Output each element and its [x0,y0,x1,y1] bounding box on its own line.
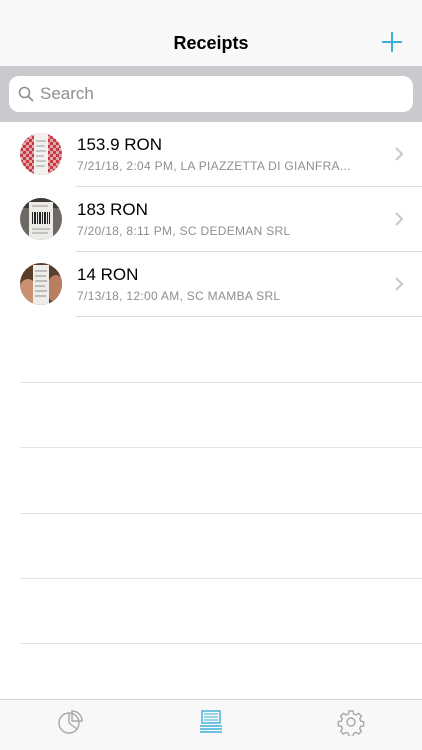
tab-settings[interactable] [337,708,365,738]
tab-statistics[interactable] [56,708,84,736]
receipt-row[interactable]: 153.9 RON 7/21/18, 2:04 PM, LA PIAZZETTA… [0,122,422,187]
empty-row-separator [20,447,422,448]
row-separator [76,316,422,317]
receipts-screen: Receipts Search 153.9 RON 7/21/18, 2:04 … [0,0,422,750]
receipt-photo-barcode [20,198,62,240]
receipt-amount: 14 RON [77,265,139,284]
chevron-right-icon [395,277,404,291]
add-receipt-button[interactable] [378,28,406,56]
empty-row-separator [20,643,422,644]
receipt-details: 7/21/18, 2:04 PM, LA PIAZZETTA DI GIANFR… [77,159,351,173]
page-title: Receipts [173,33,249,53]
receipt-details: 7/13/18, 12:00 AM, SC MAMBA SRL [77,289,281,303]
gear-icon [337,710,365,738]
tab-bar [0,699,422,750]
chevron-right-icon [395,147,404,161]
receipt-photo-red-checked [20,133,62,175]
search-input[interactable] [40,84,390,104]
navigation-bar: Receipts [0,0,422,66]
plus-icon [382,32,402,52]
search-icon [18,86,34,102]
empty-row-separator [20,382,422,383]
receipt-row[interactable]: 183 RON 7/20/18, 8:11 PM, SC DEDEMAN SRL [0,187,422,252]
tab-receipts[interactable] [197,708,225,736]
receipt-row[interactable]: 14 RON 7/13/18, 12:00 AM, SC MAMBA SRL [0,252,422,317]
receipt-thumbnail [20,263,62,305]
empty-row-separator [20,513,422,514]
receipts-stack-icon [200,710,222,733]
receipt-thumbnail [20,198,62,240]
receipt-details: 7/20/18, 8:11 PM, SC DEDEMAN SRL [77,224,291,238]
receipts-list: 153.9 RON 7/21/18, 2:04 PM, LA PIAZZETTA… [0,122,422,317]
pie-chart-icon [58,710,83,734]
search-field[interactable] [9,76,413,112]
receipt-thumbnail [20,133,62,175]
empty-row-separator [20,578,422,579]
chevron-right-icon [395,212,404,226]
receipt-amount: 183 RON [77,200,148,219]
receipt-photo-hand [20,263,62,305]
search-bar [0,66,422,122]
receipt-amount: 153.9 RON [77,135,163,154]
